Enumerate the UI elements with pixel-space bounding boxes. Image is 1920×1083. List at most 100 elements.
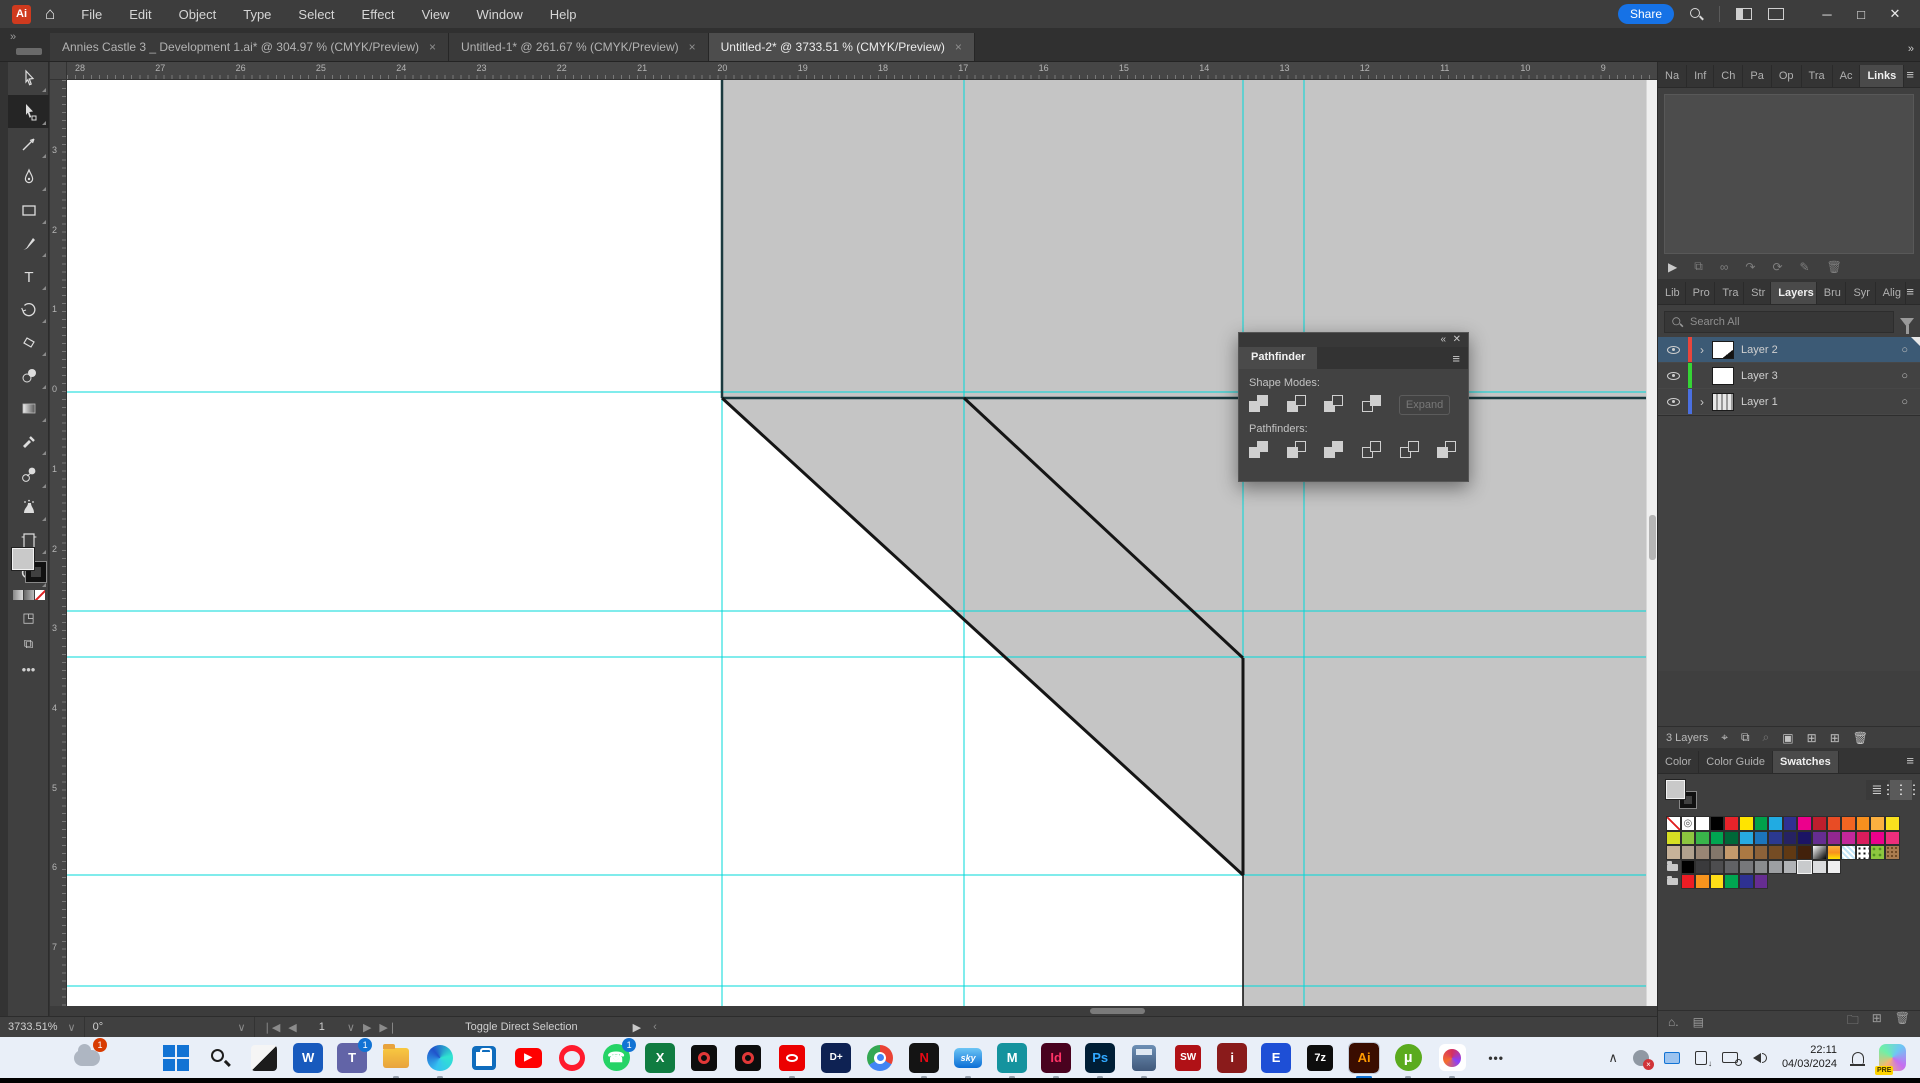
last-artboard-icon[interactable]: ▶❘ [379,1021,397,1034]
swatch[interactable] [1739,816,1754,831]
taskbar-more-apps[interactable]: ••• [1481,1043,1511,1073]
artboard-canvas[interactable] [67,80,1657,1006]
pathfinder-intersect-icon[interactable] [1324,395,1345,414]
share-button[interactable]: Share [1618,4,1674,24]
selection-tool[interactable] [8,62,49,95]
tab-links[interactable]: Links [1860,65,1904,87]
taskbar-installer[interactable]: i [1217,1043,1247,1073]
swatch[interactable] [1754,816,1769,831]
locate-search-icon[interactable]: ⌕ [1763,730,1770,745]
color-mode-icon[interactable] [13,590,23,600]
trash-icon[interactable]: 🗑︎ [1827,260,1842,274]
gradient-tool[interactable] [8,392,49,425]
pathfinder-divide-icon[interactable] [1249,441,1270,460]
tab-ac[interactable]: Ac [1833,65,1861,87]
swatch[interactable] [1710,874,1725,889]
taskbar-sky[interactable]: sky [953,1043,983,1073]
swatch[interactable] [1827,816,1842,831]
fill-stroke-indicator[interactable] [12,548,46,582]
taskbar-app-e[interactable]: E [1261,1043,1291,1073]
menu-item-help[interactable]: Help [550,7,577,22]
edit-icon[interactable]: ✎ [1800,260,1810,274]
toolbar-drag-handle[interactable] [16,48,42,55]
tab-na[interactable]: Na [1658,65,1687,87]
taskbar-search[interactable] [205,1043,235,1073]
gradient-mode-icon[interactable] [24,590,34,600]
swatch-gradient-sunset[interactable] [1827,845,1842,860]
tab-tra[interactable]: Tra [1802,65,1833,87]
close-tab-icon[interactable]: × [429,40,436,54]
tab-ch[interactable]: Ch [1714,65,1743,87]
swatch[interactable] [1681,845,1696,860]
document-tab-3[interactable]: Untitled-2* @ 3733.51 % (CMYK/Preview)× [709,33,975,61]
rotation-select[interactable]: 0° ∨ [85,1017,255,1037]
shape-builder-tool[interactable] [8,359,49,392]
tab-op[interactable]: Op [1772,65,1802,87]
swatch[interactable] [1841,831,1856,846]
swatch[interactable] [1695,831,1710,846]
swatch[interactable] [1797,816,1812,831]
rotate-tool[interactable] [8,293,49,326]
pathfinder-outline-icon[interactable] [1400,441,1421,460]
tray-clock[interactable]: 22:11 04/03/2024 [1782,1044,1837,1072]
menu-item-select[interactable]: Select [298,7,334,22]
swatch[interactable] [1666,831,1681,846]
swatch-libraries-icon[interactable]: ⌂. [1668,1015,1679,1029]
home-icon[interactable]: ⌂ [45,4,55,24]
tab-lib[interactable]: Lib [1658,282,1686,304]
swatch[interactable] [1724,874,1739,889]
none-mode-icon[interactable] [35,590,45,600]
tray-display-icon[interactable] [1664,1052,1680,1064]
swatch[interactable] [1695,860,1710,875]
first-artboard-icon[interactable]: ❘◀ [263,1021,281,1034]
layer-target-icon[interactable]: ○ [1901,344,1908,356]
swatch[interactable] [1812,831,1827,846]
swatch-gradient-bw[interactable] [1812,845,1827,860]
tray-notifications-icon[interactable] [1852,1052,1864,1064]
pathfinder-merge-icon[interactable] [1324,441,1345,460]
swatch[interactable] [1783,816,1798,831]
paintbrush-tool[interactable] [8,227,49,260]
layer-thumbnail[interactable] [1712,341,1734,359]
direct-selection-tool[interactable] [8,95,49,128]
taskbar-indesign[interactable]: Id [1041,1043,1071,1073]
swatch[interactable] [1681,831,1696,846]
swatch[interactable] [1681,860,1696,875]
swatch[interactable] [1870,831,1885,846]
swatch[interactable] [1827,831,1842,846]
taskbar-utorrent[interactable]: µ [1393,1043,1423,1073]
panel-menu-icon[interactable]: ≡ [1906,67,1914,82]
swatch[interactable] [1739,874,1754,889]
next-artboard-icon[interactable]: ▶ [363,1021,371,1034]
search-icon[interactable] [1690,8,1703,21]
close-tab-icon[interactable]: × [689,40,696,54]
type-tool[interactable]: T [8,260,49,293]
taskbar-disney-plus[interactable]: D+ [821,1043,851,1073]
fill-swatch[interactable] [1666,780,1685,799]
grid-view-icon[interactable]: ⋮⋮⋮ [1890,780,1912,800]
tab-syr[interactable]: Syr [1846,282,1875,304]
gray-rectangle-shape[interactable] [722,80,1657,398]
swatch-pattern[interactable] [1870,845,1885,860]
swatch[interactable] [1856,816,1871,831]
link-icon[interactable]: ∞ [1720,260,1729,274]
taskbar-photoshop[interactable]: Ps [1085,1043,1115,1073]
taskbar-youtube[interactable]: ▶ [513,1043,543,1073]
collect-for-export-icon[interactable]: ⧉ [1741,730,1750,745]
tray-usb-eject-icon[interactable] [1695,1051,1707,1065]
edit-toolbar-icon[interactable]: ••• [8,662,49,677]
menu-item-object[interactable]: Object [179,7,217,22]
color-gradient-none-strip[interactable] [8,590,49,600]
taskbar-illustrator[interactable]: Ai [1349,1043,1379,1073]
expand-chevron-icon[interactable]: › [1696,343,1708,357]
collapse-panel-icon[interactable]: « [1440,334,1446,345]
tab-color-guide[interactable]: Color Guide [1699,751,1773,773]
status-back-icon[interactable]: ‹ [653,1021,657,1033]
menu-item-window[interactable]: Window [477,7,523,22]
tray-copilot-icon[interactable]: PRE [1879,1044,1906,1071]
menu-item-file[interactable]: File [81,7,102,22]
tab-bru[interactable]: Bru [1817,282,1847,304]
layer-target-icon[interactable]: ○ [1901,370,1908,382]
tab-pa[interactable]: Pa [1743,65,1771,87]
swatch-pattern[interactable] [1885,845,1900,860]
